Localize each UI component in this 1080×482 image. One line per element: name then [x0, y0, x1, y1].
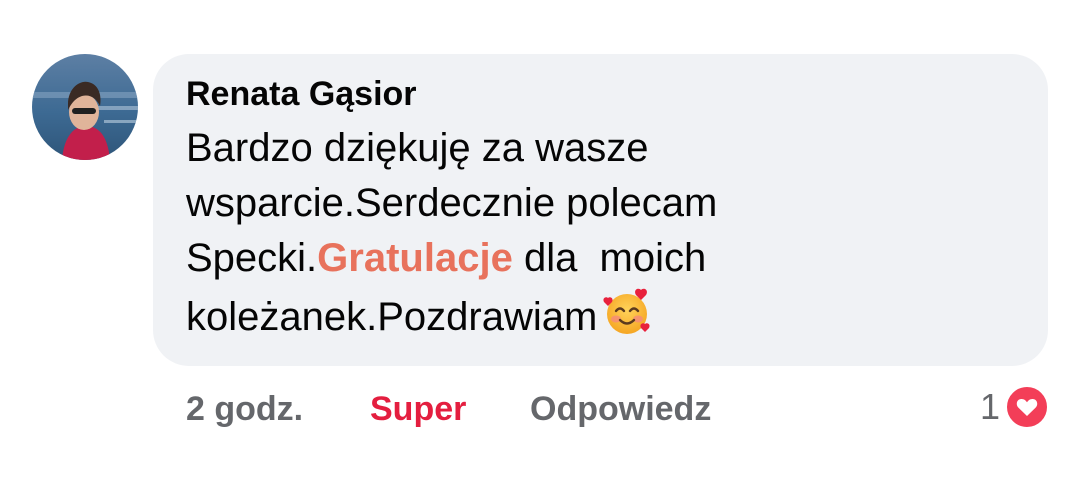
comment-bubble: Renata Gąsior Bardzo dziękuję za wasze w… [153, 54, 1048, 366]
comment-line-prefix: Specki. [186, 236, 318, 280]
comment-line: Specki.Gratulacje dla moich [186, 231, 1018, 286]
timestamp-link[interactable]: 2 godz. [186, 386, 303, 432]
smiling-face-with-hearts-icon [601, 286, 653, 338]
reaction-summary[interactable]: 1 [980, 382, 1050, 432]
comment-line: koleżanek.Pozdrawiam [186, 286, 1018, 345]
reply-button[interactable]: Odpowiedz [530, 386, 711, 432]
comment-line-suffix: dla moich [512, 236, 707, 280]
love-reaction-icon [1004, 384, 1050, 430]
like-button[interactable]: Super [370, 386, 466, 432]
comment-line: wsparcie.Serdecznie polecam [186, 181, 718, 225]
comment-text: Bardzo dziękuję za wasze wsparcie.Serdec… [186, 121, 1018, 345]
reaction-count: 1 [979, 386, 1000, 427]
author-name[interactable]: Renata Gąsior [186, 72, 1018, 116]
highlighted-word: Gratulacje [317, 236, 513, 280]
comment-line: Bardzo dziękuję za wasze [186, 126, 649, 170]
avatar[interactable] [32, 54, 138, 160]
comment-line-text: koleżanek.Pozdrawiam [186, 295, 598, 339]
